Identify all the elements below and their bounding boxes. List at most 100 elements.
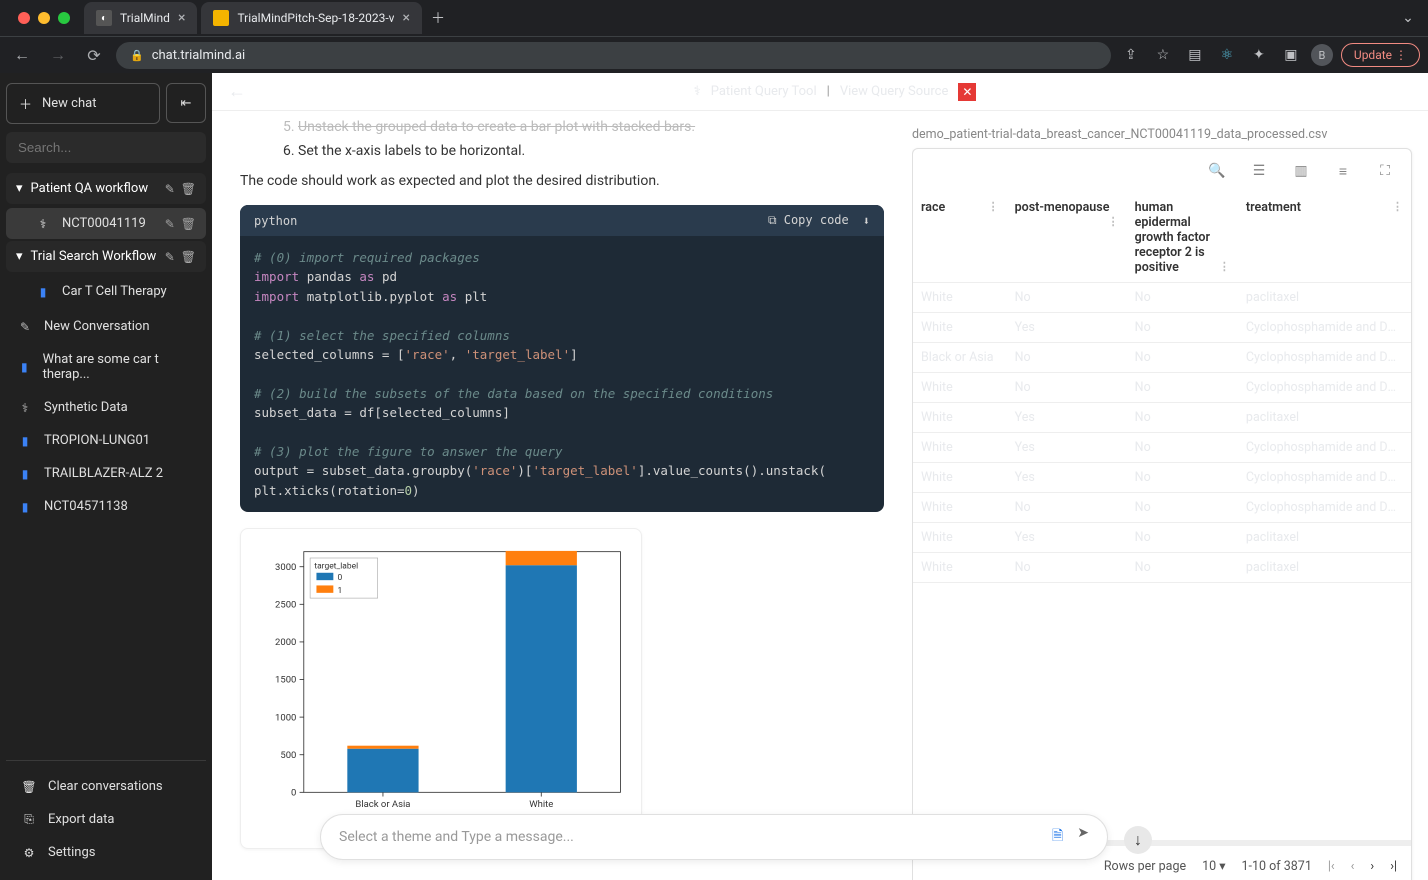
forward-button[interactable]: → — [44, 45, 72, 65]
table-cell: White — [913, 553, 1007, 583]
sidebar-section-trial-search[interactable]: ▾ Trial Search Workflow ✎🗑 — [6, 241, 206, 272]
maximize-window-icon[interactable] — [58, 12, 70, 24]
extensions-icon[interactable]: ✦ — [1247, 43, 1271, 67]
view-query-link[interactable]: View Query Source — [840, 84, 949, 99]
close-tab-icon[interactable]: × — [178, 10, 185, 26]
sidebar-item[interactable]: ▮TROPION-LUNG01 — [6, 425, 206, 456]
chat-input[interactable]: Select a theme and Type a message... 🗎 ➤ — [320, 814, 1108, 860]
search-icon[interactable]: 🔍 — [1205, 159, 1229, 183]
trash-icon[interactable]: 🗑 — [181, 182, 196, 196]
column-header[interactable]: human epidermal growth factor receptor 2… — [1127, 193, 1238, 283]
table-cell: paclitaxel — [1238, 523, 1411, 553]
code-content[interactable]: # (0) import required packages import pa… — [240, 236, 884, 512]
search-input[interactable] — [6, 132, 206, 163]
profile-avatar[interactable]: B — [1311, 44, 1333, 66]
browser-tab[interactable]: ◐TrialMind× — [84, 2, 197, 34]
sidebar-item[interactable]: ⚕Synthetic Data — [6, 392, 206, 423]
reload-button[interactable]: ⟳ — [80, 46, 108, 65]
edit-icon[interactable]: ✎ — [165, 250, 175, 264]
chart-output: 050010001500200025003000Black or AsiaWhi… — [240, 528, 642, 850]
item-icon: ⚙ — [20, 846, 38, 860]
update-button[interactable]: Update ⋮ — [1341, 43, 1420, 67]
column-menu-icon[interactable]: ⋮ — [1108, 215, 1119, 228]
prev-page-button[interactable]: ‹ — [1351, 859, 1355, 874]
side-panel-icon[interactable]: ▣ — [1279, 43, 1303, 67]
trial-icon: ⚕ — [34, 217, 52, 231]
ext-react-icon[interactable]: ⚛ — [1215, 43, 1239, 67]
table-cell: No — [1127, 373, 1238, 403]
table-cell: paclitaxel — [1238, 403, 1411, 433]
close-tab-icon[interactable]: × — [402, 10, 409, 26]
table-cell: No — [1007, 283, 1127, 313]
sidebar-footer-item[interactable]: 🗑Clear conversations — [6, 771, 206, 802]
new-tab-button[interactable]: ＋ — [426, 6, 450, 30]
data-table-panel: 🔍 ☰ ▥ ≡ ⛶ race⋮post-menopause⋮human epid… — [912, 148, 1412, 880]
sidebar-item-nct00041119[interactable]: ⚕ NCT00041119 ✎ 🗑 — [6, 208, 206, 239]
favicon-icon: ◐ — [96, 10, 112, 26]
table-row[interactable]: WhiteNoNopaclitaxel — [913, 283, 1411, 313]
sidebar-item-car-t[interactable]: ▮ Car T Cell Therapy — [6, 276, 206, 307]
edit-icon[interactable]: ✎ — [165, 217, 175, 231]
column-menu-icon[interactable]: ⋮ — [1392, 200, 1403, 213]
sidebar-item[interactable]: ✎New Conversation — [6, 311, 206, 342]
filter-icon[interactable]: ☰ — [1247, 159, 1271, 183]
sidebar-footer-item[interactable]: ⚙Settings — [6, 837, 206, 868]
column-header[interactable]: race⋮ — [913, 193, 1007, 283]
back-arrow-button[interactable]: ← — [228, 81, 246, 102]
column-menu-icon[interactable]: ⋮ — [988, 200, 999, 213]
close-query-button[interactable]: ✕ — [958, 83, 976, 101]
density-icon[interactable]: ≡ — [1331, 159, 1355, 183]
ext-docs-icon[interactable]: ▤ — [1183, 43, 1207, 67]
sidebar-item[interactable]: ▮What are some car t therap... — [6, 344, 206, 390]
table-row[interactable]: Black or AsiaNoNoCyclophosphamide and Do… — [913, 343, 1411, 373]
table-row[interactable]: WhiteYesNoCyclophosphamide and Doxor — [913, 313, 1411, 343]
rows-per-page-select[interactable]: 10 ▾ — [1202, 858, 1225, 874]
sidebar-item-label: NCT00041119 — [62, 216, 146, 231]
table-cell: Yes — [1007, 463, 1127, 493]
table-row[interactable]: WhiteYesNopaclitaxel — [913, 403, 1411, 433]
back-button[interactable]: ← — [8, 45, 36, 65]
scroll-to-bottom-button[interactable]: ↓ — [1124, 826, 1152, 854]
tabs-dropdown-icon[interactable]: ⌄ — [1396, 6, 1420, 30]
table-row[interactable]: WhiteNoNoCyclophosphamide and Doxor — [913, 373, 1411, 403]
fullscreen-icon[interactable]: ⛶ — [1373, 159, 1397, 183]
sidebar-item[interactable]: ▮NCT04571138 — [6, 491, 206, 522]
close-window-icon[interactable] — [18, 12, 30, 24]
chevron-down-icon: ▾ — [16, 181, 23, 196]
last-page-button[interactable]: ›| — [1390, 859, 1397, 874]
table-cell: No — [1127, 283, 1238, 313]
sidebar-item[interactable]: ▮TRAILBLAZER-ALZ 2 — [6, 458, 206, 489]
bookmark-icon[interactable]: ☆ — [1151, 43, 1175, 67]
table-row[interactable]: WhiteNoNopaclitaxel — [913, 553, 1411, 583]
browser-tab[interactable]: TrialMindPitch-Sep-18-2023-v× — [201, 2, 422, 34]
copy-code-button[interactable]: ⧉ Copy code — [768, 213, 849, 228]
step-5-text: Unstack the grouped data to create a bar… — [298, 119, 695, 135]
collapse-sidebar-button[interactable]: ⇤ — [166, 83, 206, 123]
first-page-button[interactable]: |‹ — [1328, 859, 1335, 874]
download-code-button[interactable]: ⬇ — [863, 214, 870, 228]
column-header[interactable]: post-menopause⋮ — [1007, 193, 1127, 283]
column-header[interactable]: treatment⋮ — [1238, 193, 1411, 283]
table-row[interactable]: WhiteNoNoCyclophosphamide and Doxor — [913, 493, 1411, 523]
trash-icon[interactable]: 🗑 — [181, 250, 196, 264]
column-menu-icon[interactable]: ⋮ — [1219, 260, 1230, 273]
new-chat-button[interactable]: ＋ New chat — [6, 83, 160, 124]
trash-icon[interactable]: 🗑 — [181, 217, 196, 231]
svg-text:White: White — [529, 799, 553, 810]
minimize-window-icon[interactable] — [38, 12, 50, 24]
chat-placeholder: Select a theme and Type a message... — [339, 829, 574, 845]
next-page-button[interactable]: › — [1370, 859, 1374, 874]
table-row[interactable]: WhiteYesNoCyclophosphamide and Doxor — [913, 433, 1411, 463]
sidebar-section-patient-qa[interactable]: ▾ Patient QA workflow ✎🗑 — [6, 173, 206, 204]
table-cell: No — [1127, 433, 1238, 463]
columns-icon[interactable]: ▥ — [1289, 159, 1313, 183]
table-row[interactable]: WhiteYesNoCyclophosphamide and Doxor — [913, 463, 1411, 493]
svg-text:500: 500 — [280, 750, 296, 761]
attach-doc-icon[interactable]: 🗎 — [1052, 825, 1063, 849]
share-icon[interactable]: ⇪ — [1119, 43, 1143, 67]
address-bar[interactable]: 🔒 chat.trialmind.ai — [116, 42, 1111, 69]
sidebar-footer-item[interactable]: ⎘Export data — [6, 804, 206, 835]
send-button[interactable]: ➤ — [1077, 825, 1089, 849]
edit-icon[interactable]: ✎ — [165, 182, 175, 196]
table-row[interactable]: WhiteYesNopaclitaxel — [913, 523, 1411, 553]
